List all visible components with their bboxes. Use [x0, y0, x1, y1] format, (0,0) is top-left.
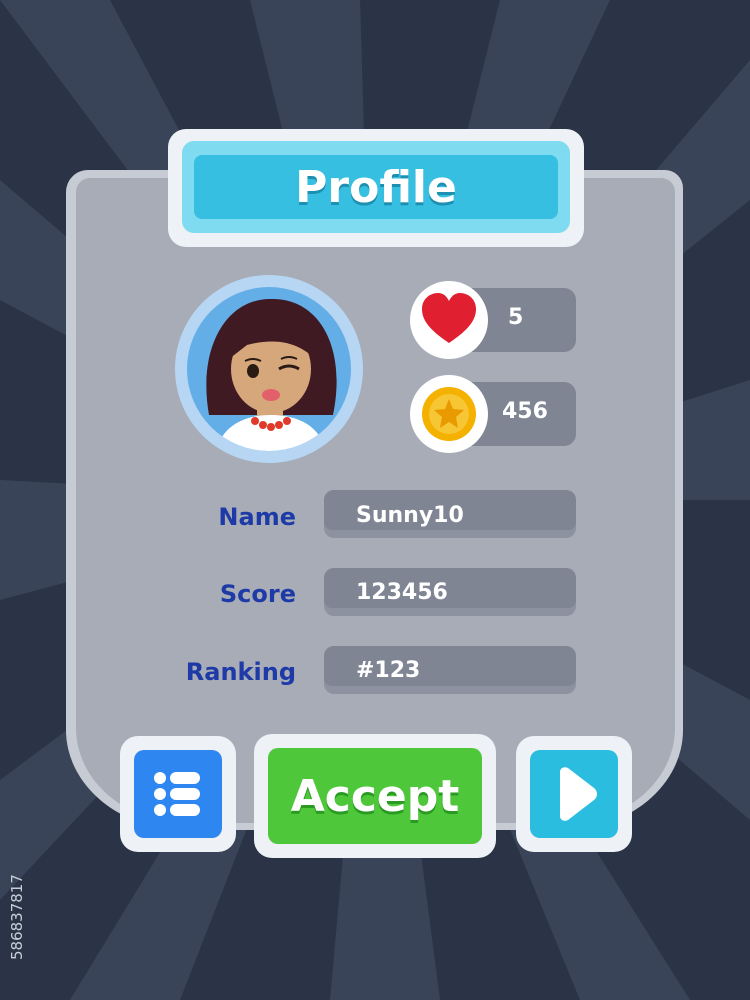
- list-menu-icon: [154, 772, 200, 816]
- play-button[interactable]: [516, 736, 632, 852]
- ranking-value: #123: [356, 658, 421, 683]
- lives-count: 5: [508, 305, 524, 330]
- heart-icon: [422, 293, 476, 343]
- name-label: Name: [218, 503, 296, 531]
- ranking-label: Ranking: [185, 658, 296, 686]
- accept-button[interactable]: Accept: [268, 748, 482, 844]
- name-value: Sunny10: [356, 503, 464, 528]
- score-label: Score: [219, 580, 296, 608]
- heart-badge: [410, 281, 488, 359]
- menu-button-face: [134, 750, 222, 838]
- avatar: [187, 287, 351, 451]
- page-title: Profile: [295, 161, 457, 213]
- stock-id: 586837817: [8, 874, 26, 960]
- play-icon: [560, 767, 597, 821]
- menu-button[interactable]: [120, 736, 236, 852]
- play-button-face: [530, 750, 618, 838]
- girl-avatar-icon: [206, 298, 337, 451]
- coin-icon: [422, 387, 476, 441]
- coin-badge: [410, 375, 488, 453]
- score-value: 123456: [356, 580, 448, 605]
- coins-count: 456: [502, 399, 548, 424]
